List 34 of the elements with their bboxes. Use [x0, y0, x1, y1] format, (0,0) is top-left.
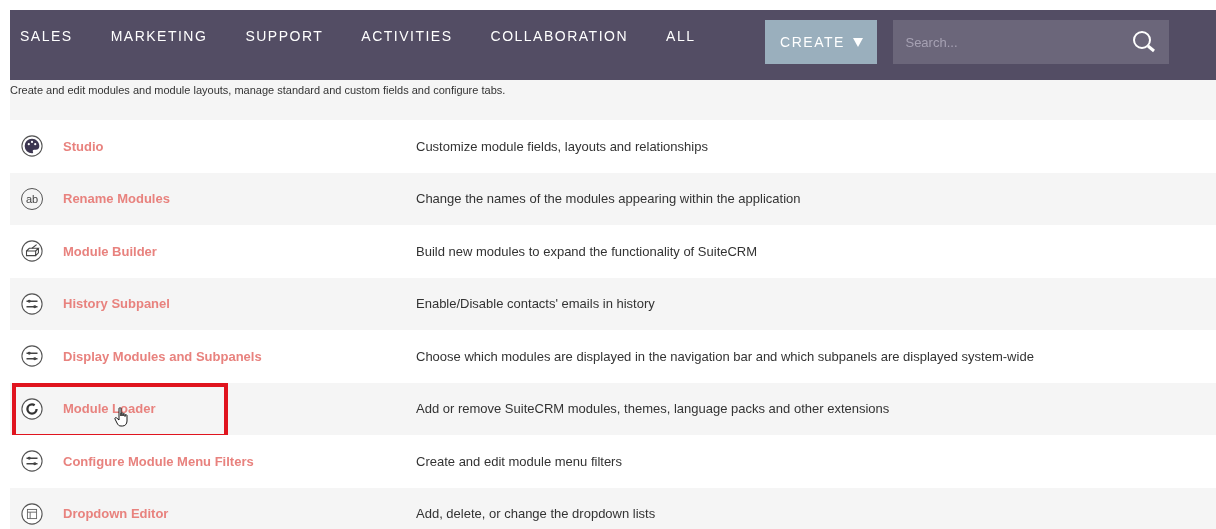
module-link[interactable]: Module Loader — [63, 399, 156, 419]
layout-icon — [21, 502, 43, 525]
nav-tab[interactable]: SALES — [20, 26, 73, 47]
module-description: Create and edit module menu filters — [416, 452, 622, 471]
module-link[interactable]: Configure Module Menu Filters — [63, 451, 254, 471]
nav-tab[interactable]: ALL — [666, 26, 696, 47]
module-description: Change the names of the modules appearing within the application — [416, 190, 801, 208]
module-description: Add, delete, or change the dropdown lists — [416, 505, 656, 523]
intro-text: Create and edit modules and module layouts, manage standard and custom fields and configure tabs. — [10, 83, 507, 98]
sliders-icon — [21, 450, 43, 473]
module-link[interactable]: History Subpanel — [63, 294, 170, 314]
module-description: Customize module fields, layouts and relationships — [416, 137, 708, 156]
nav-tab[interactable]: ACTIVITIES — [361, 26, 453, 47]
sliders-icon — [21, 345, 43, 368]
box-icon — [21, 240, 43, 263]
nav-tab[interactable]: SUPPORT — [245, 26, 324, 47]
nav-tab[interactable]: COLLABORATION — [490, 26, 629, 47]
module-link[interactable]: Module Builder — [63, 241, 157, 261]
ring-icon — [21, 397, 43, 420]
module-link[interactable]: Studio — [63, 136, 104, 156]
module-description: Choose which modules are displayed in the navigation bar and which subpanels are displayed system-wide — [416, 347, 1034, 366]
sliders-icon — [21, 292, 43, 315]
search-field[interactable]: Search... — [893, 20, 1170, 64]
module-link[interactable]: Dropdown Editor — [63, 504, 169, 524]
module-description: Add or remove SuiteCRM modules, themes, language packs and other extensions — [416, 400, 890, 418]
module-link[interactable]: Display Modules and Subpanels — [63, 346, 262, 366]
create-button[interactable]: CREATE — [765, 20, 878, 64]
search-icon[interactable] — [1131, 29, 1158, 55]
caret-icon — [852, 37, 863, 47]
module-description: Enable/Disable contacts' emails in history — [416, 295, 655, 313]
palette-icon — [21, 135, 43, 158]
module-link[interactable]: Rename Modules — [63, 189, 170, 209]
module-description: Build new modules to expand the functionality of SuiteCRM — [416, 242, 758, 261]
nav-tab[interactable]: MARKETING — [110, 26, 208, 47]
